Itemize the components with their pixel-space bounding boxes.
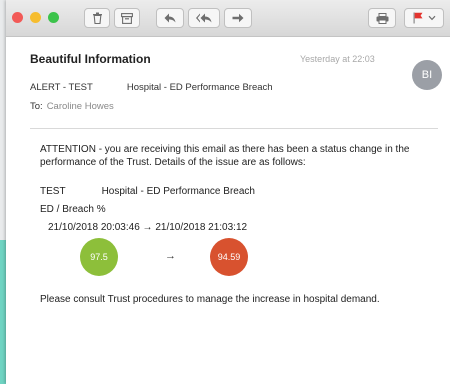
header-divider [30, 128, 438, 129]
chevron-down-icon [428, 15, 435, 21]
trash-icon [92, 12, 102, 24]
subject-suffix: Hospital - ED Performance Breach [126, 82, 273, 93]
mail-window: Beautiful Information Yesterday at 22:03… [6, 0, 450, 384]
minimize-window-button[interactable] [30, 12, 41, 23]
to-label: To: [30, 101, 43, 112]
test-label: TEST [40, 186, 66, 197]
attention-paragraph: ATTENTION - you are receiving this email… [40, 144, 410, 168]
metric-name: ED / Breach % [40, 204, 106, 215]
date-range: 21/10/2018 20:03:46 → 21/10/2018 21:03:1… [48, 222, 247, 233]
zoom-window-button[interactable] [48, 12, 59, 23]
forward-button[interactable] [224, 8, 252, 28]
footer-paragraph: Please consult Trust procedures to manag… [40, 294, 380, 305]
value-arrow: → [165, 250, 176, 262]
reply-all-icon [196, 13, 212, 23]
sender-name: Beautiful Information [30, 52, 151, 66]
archive-button[interactable] [114, 8, 140, 28]
forward-icon [232, 13, 244, 23]
print-button[interactable] [368, 8, 396, 28]
toolbar [6, 0, 450, 37]
avatar[interactable]: BI [412, 60, 442, 90]
date-from: 21/10/2018 20:03:46 [48, 222, 140, 233]
recipient-name[interactable]: Caroline Howes [47, 101, 114, 112]
value-to-badge: 94.59 [210, 238, 248, 276]
archive-icon [121, 12, 133, 24]
reply-button[interactable] [156, 8, 184, 28]
message-subject: ALERT - TEST Hospital - ED Performance Br… [30, 82, 273, 93]
reply-all-button[interactable] [188, 8, 220, 28]
recipient-line: To: Caroline Howes [30, 101, 114, 112]
print-icon [376, 12, 388, 24]
date-arrow: → [142, 222, 153, 233]
reply-icon [164, 13, 176, 23]
test-line: TEST Hospital - ED Performance Breach [40, 186, 255, 197]
value-from-badge: 97.5 [80, 238, 118, 276]
flag-icon [413, 12, 422, 24]
delete-button[interactable] [84, 8, 110, 28]
subject-prefix: ALERT - TEST [30, 82, 93, 93]
test-detail: Hospital - ED Performance Breach [101, 186, 255, 197]
close-window-button[interactable] [12, 12, 23, 23]
flag-button[interactable] [404, 8, 444, 28]
message-timestamp: Yesterday at 22:03 [300, 54, 375, 64]
date-to: 21/10/2018 21:03:12 [155, 222, 248, 233]
